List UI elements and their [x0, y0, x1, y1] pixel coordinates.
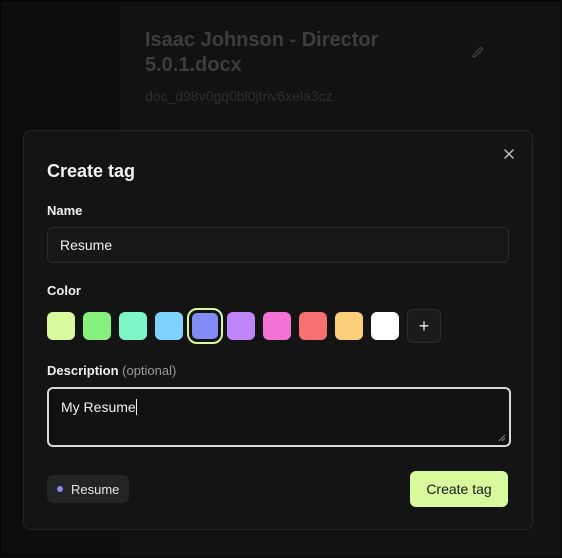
color-swatch-2[interactable]: [83, 312, 111, 340]
color-swatch-10[interactable]: [371, 312, 399, 340]
tag-preview-label: Resume: [71, 481, 120, 497]
create-tag-button[interactable]: Create tag: [410, 471, 508, 507]
tag-preview: Resume: [47, 475, 130, 503]
color-picker: +: [47, 308, 441, 344]
pencil-icon[interactable]: [470, 44, 486, 60]
dialog-title: Create tag: [47, 161, 136, 181]
create-tag-dialog: Create tag Name Resume Color + Descripti…: [23, 130, 533, 530]
description-textarea[interactable]: My Resume: [47, 387, 511, 447]
description-label-text: Description: [47, 363, 119, 378]
resize-grip-icon[interactable]: [498, 434, 506, 442]
color-swatch-8[interactable]: [299, 312, 327, 340]
color-swatch-1[interactable]: [47, 312, 75, 340]
color-label: Color: [47, 283, 81, 298]
description-label: Description (optional): [47, 363, 176, 378]
text-caret: [135, 399, 137, 415]
optional-hint: (optional): [122, 363, 177, 378]
name-label: Name: [47, 203, 83, 218]
tag-name-input[interactable]: Resume: [47, 227, 509, 263]
color-swatch-5[interactable]: [187, 308, 223, 344]
document-title: Isaac Johnson - Director 5.0.1.docx: [145, 29, 379, 76]
close-icon[interactable]: [502, 147, 516, 161]
color-swatch-3[interactable]: [119, 312, 147, 340]
description-text: My Resume: [61, 399, 136, 415]
color-swatch-6[interactable]: [227, 312, 255, 340]
document-id: doc_d98v0gq0bl0jtriv6xela3cz: [145, 88, 333, 104]
plus-icon[interactable]: +: [407, 309, 441, 343]
color-swatch-9[interactable]: [335, 312, 363, 340]
tag-color-dot: [57, 486, 63, 492]
color-swatch-4[interactable]: [155, 312, 183, 340]
color-swatch-7[interactable]: [263, 312, 291, 340]
